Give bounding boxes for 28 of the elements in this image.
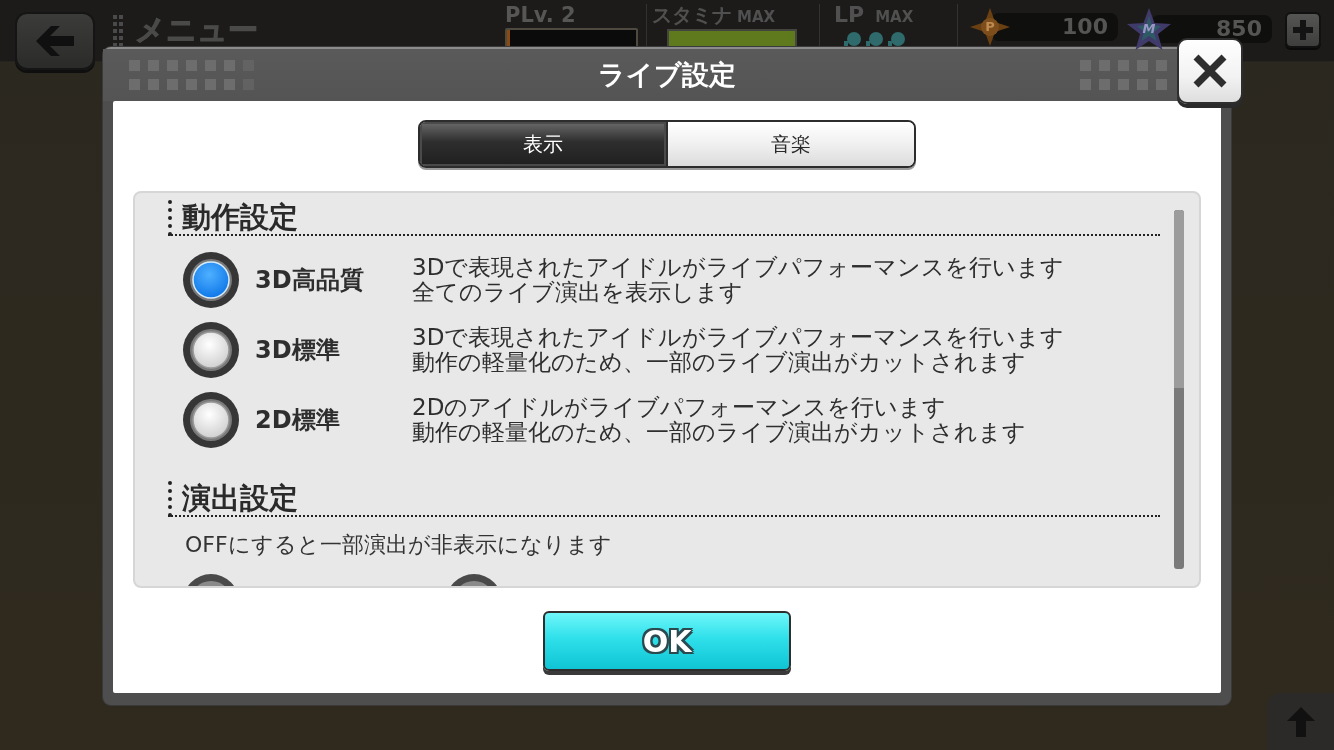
dot-grid-icon (1080, 60, 1167, 90)
back-arrow-icon (36, 26, 74, 56)
radio-button[interactable] (182, 321, 240, 379)
player-level-label: PLv. 2 (505, 3, 576, 27)
dialog-title: ライブ設定 (598, 58, 736, 92)
close-icon (1193, 54, 1227, 88)
option-label: 3D高品質 (255, 265, 365, 296)
tab[interactable]: 音楽 (666, 122, 914, 166)
option-description: 動作の軽量化のため、一部のライブ演出がカットされます (412, 350, 1026, 375)
option-description: 3Dで表現されたアイドルがライブパフォーマンスを行います (412, 325, 1065, 350)
option-description: 動作の軽量化のため、一部のライブ演出がカットされます (412, 420, 1026, 445)
plus-icon (1293, 20, 1313, 40)
scrollbar-thumb[interactable] (1174, 210, 1184, 388)
section-heading: 動作設定 (168, 200, 1160, 236)
add-button[interactable] (1285, 12, 1321, 48)
tab[interactable]: 表示 (420, 122, 666, 166)
up-arrow-icon (1286, 706, 1315, 737)
radio-button[interactable] (182, 251, 240, 309)
option-label: 2D標準 (255, 405, 341, 436)
dot-grid-icon (129, 60, 254, 90)
option-description: 3Dで表現されたアイドルがライブパフォーマンスを行います (412, 255, 1065, 280)
section-note: OFFにすると一部演出が非表示になります (185, 533, 612, 557)
option-description: 2Dのアイドルがライブパフォーマンスを行います (412, 395, 947, 420)
radio-button[interactable] (182, 391, 240, 449)
option-label: 3D標準 (255, 335, 341, 366)
option-description: 全てのライブ演出を表示します (412, 280, 743, 305)
microphones-icon (842, 32, 908, 46)
section-heading: 演出設定 (168, 481, 1160, 517)
